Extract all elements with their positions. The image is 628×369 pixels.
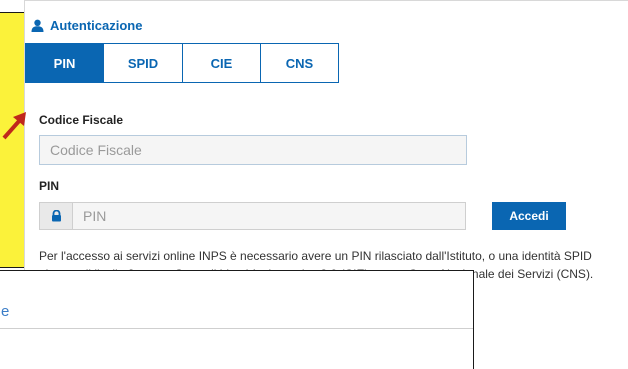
red-arrow-icon [2,112,26,140]
tab-cns[interactable]: CNS [261,43,339,83]
authentication-card: Autenticazione PIN SPID CIE CNS Codice F… [24,0,628,295]
user-icon [31,19,44,32]
overlay-partial-text: e [1,303,10,320]
auth-title: Autenticazione [50,17,143,33]
pin-input[interactable] [73,202,466,230]
overlay-dialog: e [0,270,474,369]
pin-label: PIN [39,179,60,193]
tab-cie[interactable]: CIE [183,43,261,83]
tab-pin[interactable]: PIN [25,43,104,83]
tab-spid[interactable]: SPID [104,43,183,83]
auth-header: Autenticazione [31,15,142,35]
overlay-divider [0,328,473,329]
auth-tabs: PIN SPID CIE CNS [25,43,339,83]
pin-input-group [39,202,466,230]
accedi-button[interactable]: Accedi [492,202,566,230]
codice-fiscale-input[interactable] [39,135,467,165]
lock-icon [39,202,73,230]
codice-fiscale-label: Codice Fiscale [39,113,124,127]
